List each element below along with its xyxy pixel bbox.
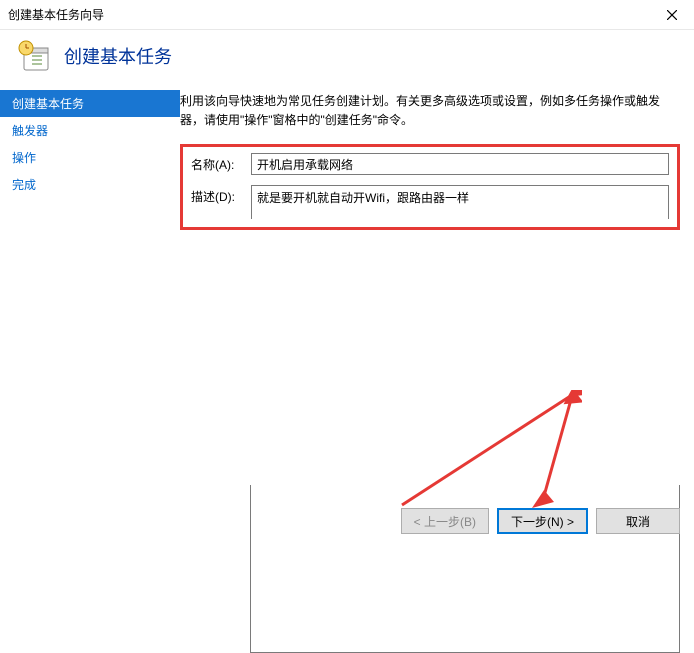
- button-bar: < 上一步(B) 下一步(N) > 取消: [401, 508, 680, 534]
- titlebar: 创建基本任务向导: [0, 0, 694, 30]
- back-button: < 上一步(B): [401, 508, 489, 534]
- sidebar-item-trigger[interactable]: 触发器: [0, 117, 180, 144]
- wizard-header: 创建基本任务: [0, 30, 694, 90]
- sidebar-item-create-task[interactable]: 创建基本任务: [0, 90, 180, 117]
- desc-label: 描述(D):: [191, 185, 243, 205]
- content-area: 创建基本任务 触发器 操作 完成 利用该向导快速地为常见任务创建计划。有关更多高…: [0, 90, 694, 485]
- close-icon: [667, 10, 677, 20]
- instruction-text: 利用该向导快速地为常见任务创建计划。有关更多高级选项或设置，例如多任务操作或触发…: [180, 90, 680, 142]
- wizard-sidebar: 创建基本任务 触发器 操作 完成: [0, 90, 180, 485]
- sidebar-item-action[interactable]: 操作: [0, 144, 180, 171]
- name-input[interactable]: [251, 153, 669, 175]
- highlight-annotation: 名称(A): 描述(D):: [180, 144, 680, 230]
- close-button[interactable]: [649, 0, 694, 30]
- desc-row: 描述(D):: [191, 185, 669, 219]
- sidebar-item-finish[interactable]: 完成: [0, 171, 180, 198]
- main-panel: 利用该向导快速地为常见任务创建计划。有关更多高级选项或设置，例如多任务操作或触发…: [180, 90, 694, 485]
- next-button[interactable]: 下一步(N) >: [497, 508, 588, 534]
- cancel-button[interactable]: 取消: [596, 508, 680, 534]
- name-row: 名称(A):: [191, 153, 669, 175]
- name-label: 名称(A):: [191, 153, 243, 173]
- desc-textarea-top[interactable]: [251, 185, 669, 219]
- wizard-title: 创建基本任务: [64, 43, 172, 69]
- window-title: 创建基本任务向导: [8, 6, 104, 23]
- wizard-icon: [18, 40, 50, 72]
